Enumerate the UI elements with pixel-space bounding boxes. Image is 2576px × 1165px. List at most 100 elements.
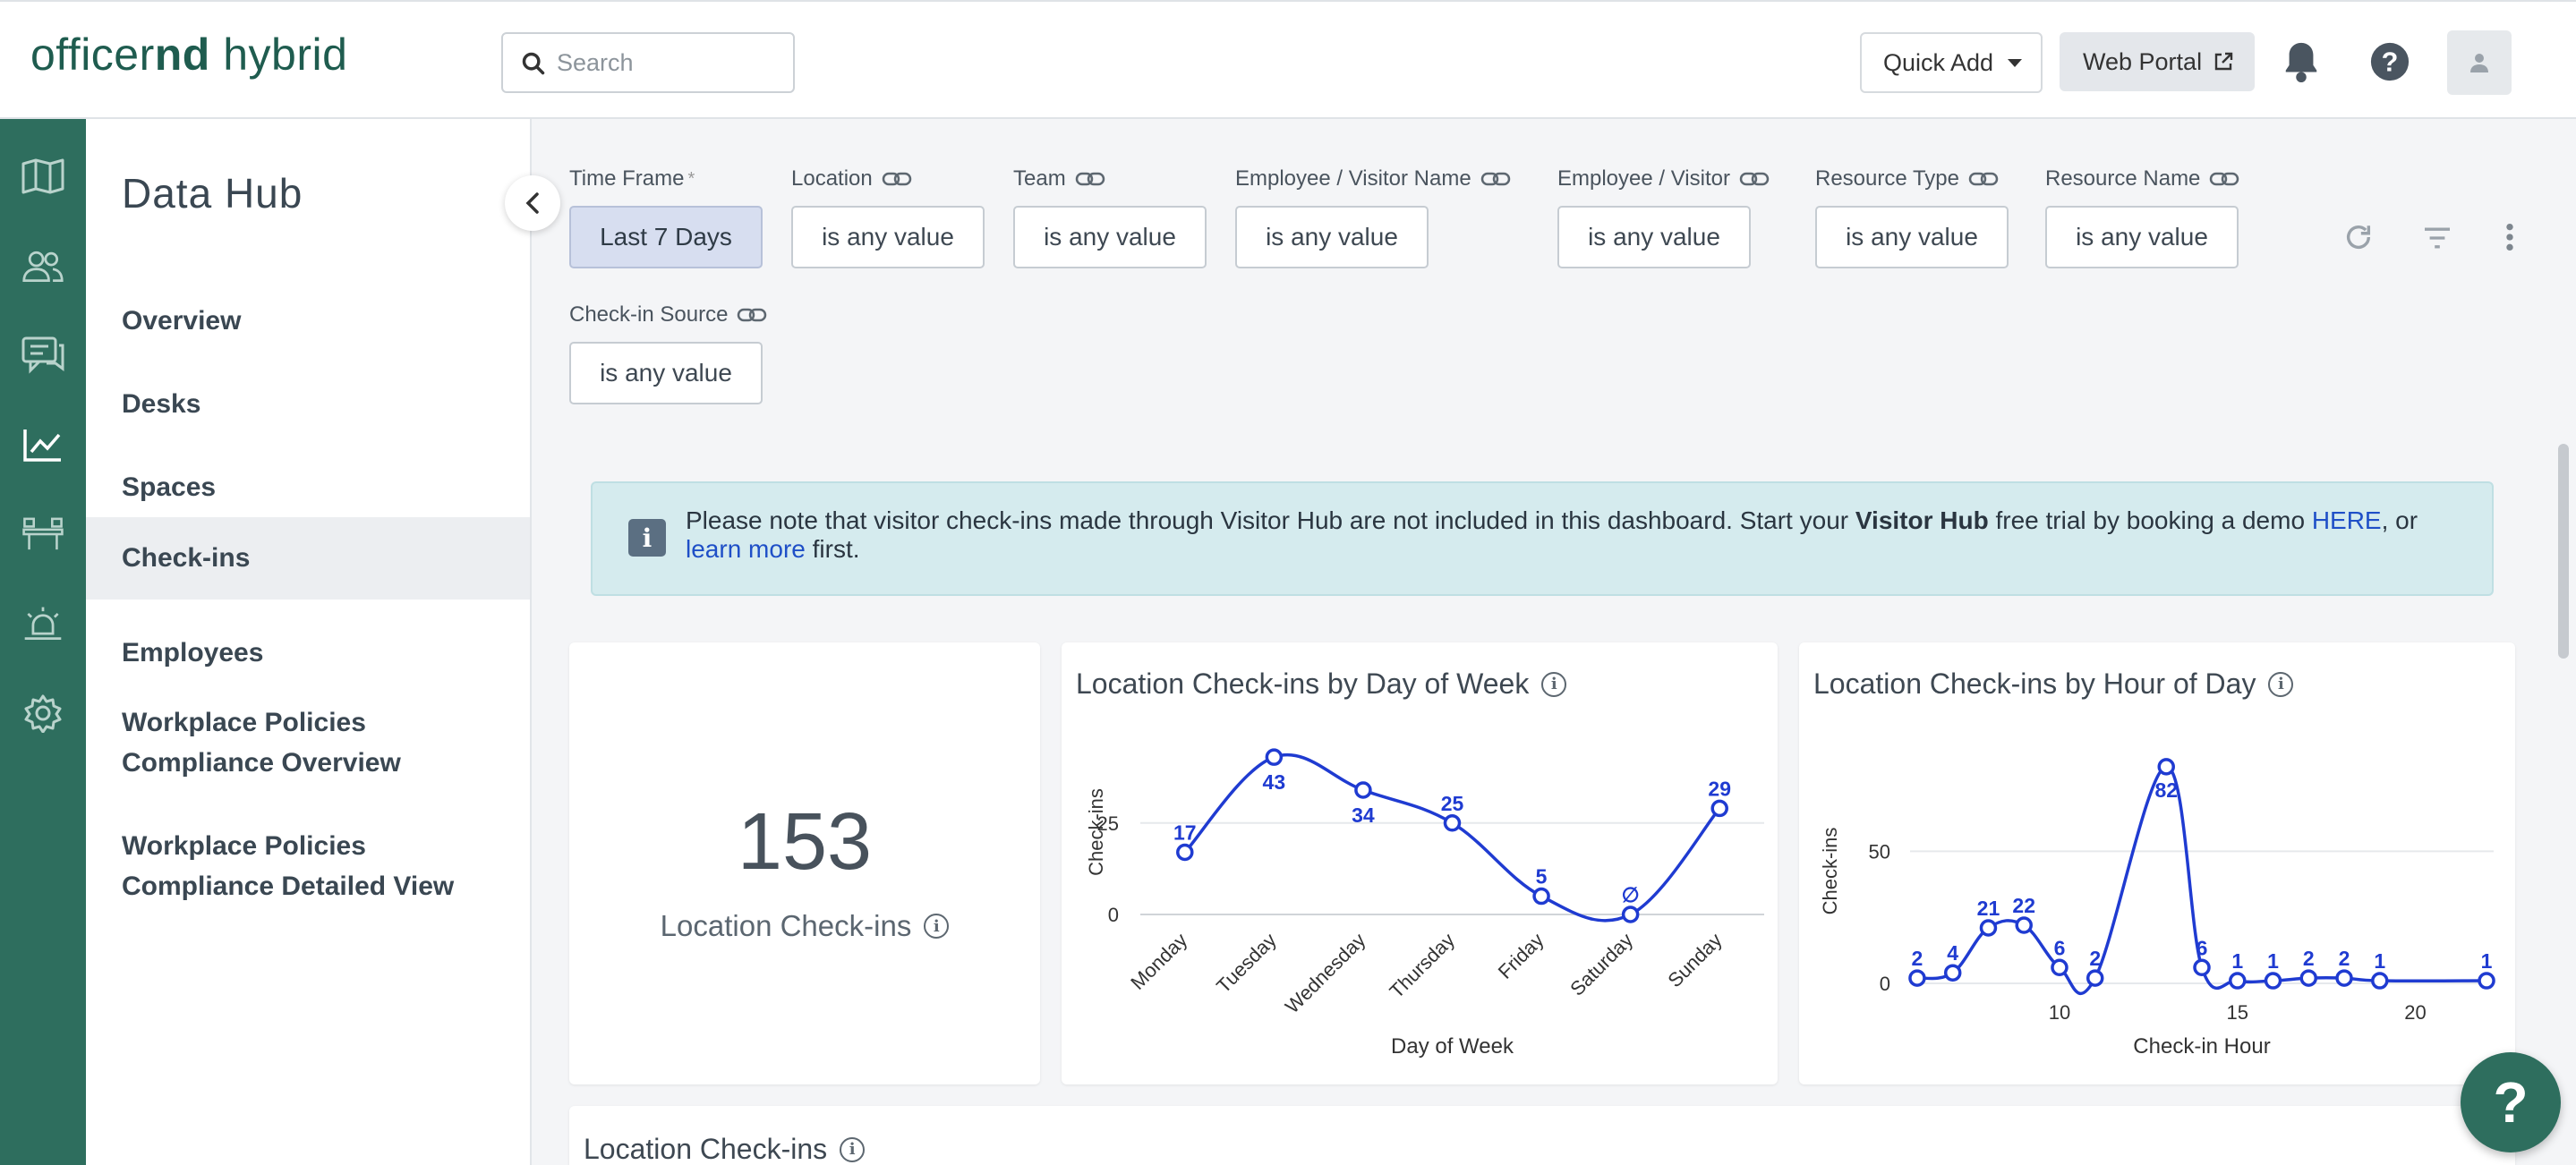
user-icon [2470,54,2488,72]
map-icon[interactable] [21,155,64,198]
data-label: 34 [1352,804,1375,827]
filter-resource-name[interactable]: is any value [2045,206,2239,268]
kpi-card: 153 Location Check-ins i [569,642,1040,1084]
x-axis-label: Check-in Hour [2133,1034,2270,1059]
info-icon: i [628,519,666,557]
info-banner: i Please note that visitor check-ins mad… [591,481,2494,596]
nav-item-policies-overview[interactable]: Workplace Policies Compliance Overview [86,702,530,788]
x-tick-label: Saturday [1565,929,1637,1000]
web-portal-label: Web Portal [2083,47,2203,75]
nav-item-check-ins[interactable]: Check-ins [86,517,530,600]
hour-of-day-chart: 05010 15 20Check-insCheck-in Hour2 421 226 28… [1819,758,2495,1059]
filter-location[interactable]: is any value [791,206,985,268]
notifications-bell-icon[interactable] [2281,39,2322,84]
search-input[interactable] [557,45,780,81]
x-tick-label: 15 [2227,1001,2248,1024]
nav-item-overview[interactable]: Overview [86,289,530,353]
day-of-week-chart: 0 25 Check-ins Monday Tuesday Wednesday Thursd… [1085,748,1764,1059]
data-point [2157,758,2175,776]
collapse-sidebar-button[interactable] [505,175,560,231]
external-link-icon [2214,52,2233,71]
web-portal-button[interactable]: Web Portal [2060,32,2255,91]
info-icon[interactable]: i [924,914,950,939]
data-point [2299,969,2318,987]
filter-label-resource-type: Resource Type [1815,166,1999,191]
filter-check-in-source[interactable]: is any value [569,342,763,404]
x-tick-label: 20 [2404,1001,2426,1024]
analytics-icon[interactable] [21,423,64,466]
x-tick-label: Wednesday [1281,929,1370,1018]
y-tick-label: 0 [1880,973,1890,995]
alert-icon[interactable] [21,602,64,645]
search-icon [522,52,545,75]
question-icon: ? [2493,1070,2529,1135]
settings-icon[interactable] [21,692,64,735]
filter-time-frame[interactable]: Last 7 Days [569,206,763,268]
nav-item-employees[interactable]: Employees [86,621,530,685]
filter-team[interactable]: is any value [1013,206,1207,268]
data-label: 6 [2196,936,2208,959]
chart-title: Location Check-ins i [584,1133,866,1165]
data-point [1979,919,1998,937]
page-title: Data Hub [122,170,303,217]
data-point [2335,969,2353,987]
y-axis-label: Check-ins [1819,828,1841,915]
filter-employee-visitor[interactable]: is any value [1557,206,1751,268]
link-icon[interactable] [1075,171,1105,187]
search-box[interactable] [501,32,795,93]
link-icon[interactable] [1480,171,1511,187]
location-check-ins-table-card: Location Check-ins i [569,1106,2515,1165]
learn-more-link[interactable]: learn more [686,535,806,563]
y-tick-label: 50 [1869,840,1890,863]
chat-icon[interactable] [21,334,64,377]
y-tick-label: 0 [1108,904,1119,926]
link-icon[interactable] [1739,171,1770,187]
x-tick-label: Tuesday [1212,929,1281,998]
nav-item-policies-detailed[interactable]: Workplace Policies Compliance Detailed V… [86,826,530,912]
filter-label-resource-name: Resource Name [2045,166,2239,191]
data-point [1943,964,1962,982]
app-logo[interactable]: officernd hybrid [30,29,347,81]
quick-add-label: Quick Add [1883,48,1994,76]
user-avatar[interactable] [2447,30,2512,95]
filter-label-location: Location [791,166,912,191]
data-label: 1 [2231,949,2243,973]
quick-add-button[interactable]: Quick Add [1860,32,2043,93]
refresh-icon[interactable] [2343,222,2374,252]
demo-here-link[interactable]: HERE [2312,506,2382,534]
people-icon[interactable] [21,244,64,287]
filter-label-check-in-source: Check-in Source [569,302,767,327]
data-label: 4 [1947,941,1958,965]
x-tick-label: Friday [1494,929,1548,983]
info-icon[interactable]: i [840,1136,866,1162]
filter-icon[interactable] [2422,225,2452,251]
x-tick-label: 10 [2049,1001,2070,1024]
help-chat-button[interactable]: ? [2461,1052,2561,1152]
data-point [1265,748,1284,766]
link-icon[interactable] [737,307,767,323]
link-icon[interactable] [1968,171,1999,187]
scrollbar[interactable] [2558,444,2569,659]
help-icon[interactable]: ? [2369,41,2410,82]
chart-card-hour-of-day: Location Check-ins by Hour of Day i 0 50 10… [1799,642,2515,1084]
data-label: ∅ [1622,883,1640,906]
data-label: 5 [1536,865,1548,889]
data-label: 17 [1173,821,1197,844]
data-label: 22 [2012,894,2035,917]
data-point [1176,843,1194,862]
data-point [1443,814,1462,832]
link-icon[interactable] [2209,171,2239,187]
filter-employee-visitor-name[interactable]: is any value [1235,206,1429,268]
desks-icon[interactable] [21,513,64,556]
svg-text:?: ? [2382,47,2399,78]
more-options-icon[interactable] [2499,222,2521,252]
data-label: 21 [1977,897,2000,920]
nav-item-desks[interactable]: Desks [86,372,530,437]
data-point [1908,969,1926,987]
chevron-left-icon [525,192,539,214]
link-icon[interactable] [882,171,912,187]
filter-resource-type[interactable]: is any value [1815,206,2009,268]
data-point [2264,972,2282,990]
nav-item-spaces[interactable]: Spaces [86,455,530,520]
filter-label-employee-visitor: Employee / Visitor [1557,166,1770,191]
